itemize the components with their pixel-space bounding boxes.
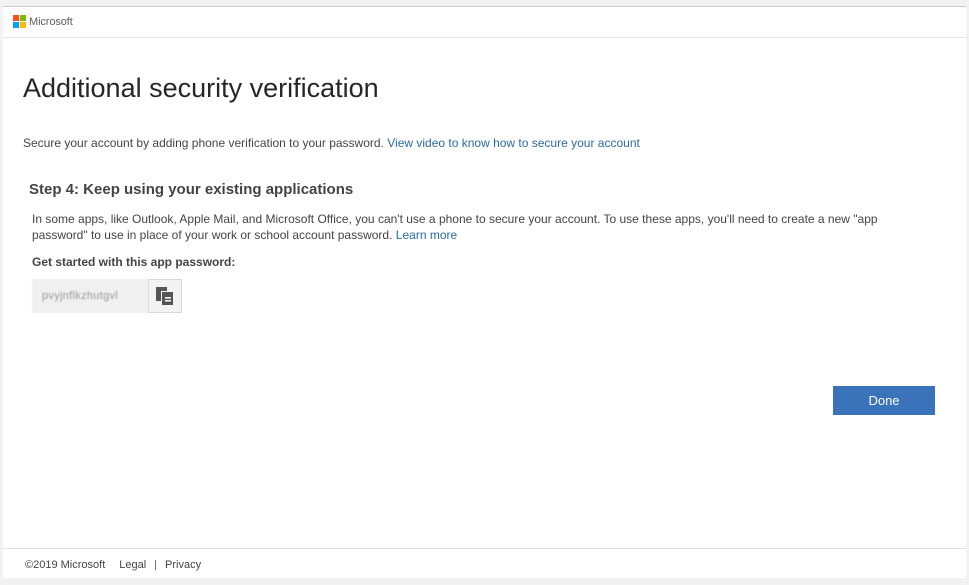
footer-separator: | [154,559,158,571]
legal-link[interactable]: Legal [119,559,146,571]
view-video-link[interactable]: View video to know how to secure your ac… [387,136,640,150]
logo-square-blue [13,22,19,28]
copy-icon [156,287,174,306]
app-password-row: pvyjnflkzhutgvl [32,279,182,313]
page-frame: Microsoft Additional security verificati… [3,6,966,578]
copy-password-button[interactable] [148,279,182,313]
footer-links: ©2019 Microsoft Legal | Privacy [25,558,201,572]
footer: ©2019 Microsoft Legal | Privacy [3,548,966,579]
logo-text: Microsoft [29,15,73,28]
copyright-text: ©2019 Microsoft [25,559,106,571]
intro-paragraph: Secure your account by adding phone veri… [23,135,640,151]
step-description: In some apps, like Outlook, Apple Mail, … [32,211,912,243]
header-bar: Microsoft [3,7,966,38]
microsoft-logo: Microsoft [13,15,73,28]
logo-square-yellow [20,22,26,28]
app-password-field[interactable]: pvyjnflkzhutgvl [32,279,148,313]
logo-square-green [20,15,26,21]
microsoft-logo-icon [13,15,26,28]
learn-more-link[interactable]: Learn more [396,228,457,242]
page-title: Additional security verification [23,73,379,103]
done-button[interactable]: Done [833,386,935,415]
intro-text: Secure your account by adding phone veri… [23,136,384,150]
get-started-label: Get started with this app password: [32,255,236,269]
privacy-link[interactable]: Privacy [165,559,201,571]
step-title: Step 4: Keep using your existing applica… [29,181,354,198]
logo-square-red [13,15,19,21]
